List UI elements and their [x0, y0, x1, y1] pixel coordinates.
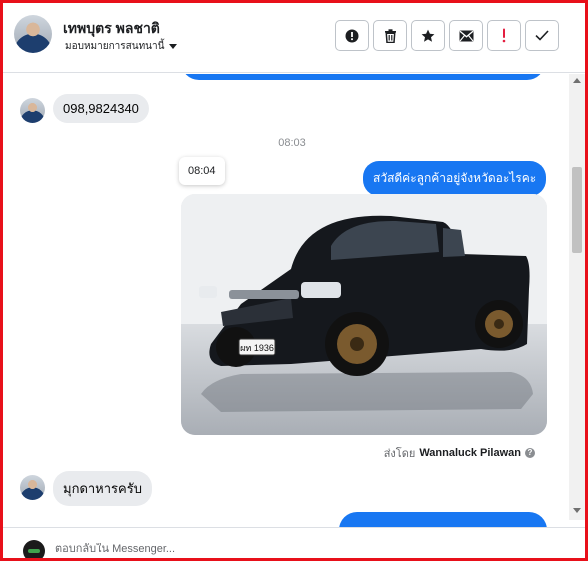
- reply-composer: [3, 527, 585, 558]
- license-plate: ผท 1936: [240, 343, 274, 353]
- spam-button[interactable]: [487, 20, 521, 51]
- time-divider: 08:03: [278, 137, 306, 149]
- timestamp-tooltip: 08:04: [179, 157, 225, 185]
- done-button[interactable]: [525, 20, 559, 51]
- contact-name[interactable]: เทพบุตร พลชาติ: [63, 18, 160, 40]
- sender-avatar: [20, 475, 45, 500]
- page-avatar: [23, 540, 45, 558]
- sent-by-prefix: ส่งโดย: [383, 448, 416, 460]
- sent-by-name[interactable]: Wannaluck Pilawan: [419, 447, 521, 459]
- incoming-message-phone[interactable]: 098,9824340: [53, 94, 149, 123]
- messenger-conversation-window: เทพบุตร พลชาติ มอบหมายการสนทนานี้ 098,98…: [0, 0, 588, 561]
- info-icon[interactable]: ?: [525, 448, 535, 458]
- star-icon: [421, 29, 435, 42]
- checkmark-icon: [535, 30, 549, 41]
- assign-conversation-dropdown[interactable]: มอบหมายการสนทนานี้: [65, 39, 178, 54]
- exclamation-icon: [502, 28, 506, 43]
- star-button[interactable]: [411, 20, 445, 51]
- assign-conversation-label: มอบหมายการสนทนานี้: [65, 41, 165, 52]
- mark-unread-button[interactable]: [449, 20, 483, 51]
- outgoing-message-bubble-partial[interactable]: [339, 512, 547, 527]
- caret-down-icon: [169, 44, 178, 49]
- pickup-truck-photo[interactable]: ผท 1936: [181, 194, 547, 435]
- scroll-down-arrow-icon[interactable]: [573, 508, 581, 513]
- reply-input[interactable]: [55, 543, 555, 555]
- incoming-message-reply[interactable]: มุกดาหารครับ: [53, 471, 152, 506]
- alert-circle-icon: [345, 29, 359, 42]
- sender-avatar: [20, 98, 45, 123]
- scroll-up-arrow-icon[interactable]: [573, 78, 581, 83]
- outgoing-message-question[interactable]: สวัสดีค่ะลูกค้าอยู่จังหวัดอะไรคะ: [363, 161, 547, 196]
- sent-by-label: ส่งโดย Wannaluck Pilawan ?: [384, 444, 535, 462]
- outgoing-message-bubble-partial[interactable]: [181, 74, 545, 80]
- conversation-actions: [335, 20, 559, 51]
- scrollbar-thumb[interactable]: [572, 167, 582, 253]
- follow-up-button[interactable]: [335, 20, 369, 51]
- delete-button[interactable]: [373, 20, 407, 51]
- trash-icon: [384, 28, 396, 43]
- message-scrollbar[interactable]: [569, 74, 585, 520]
- truck-illustration: ผท 1936: [181, 194, 547, 435]
- envelope-icon: [459, 30, 473, 41]
- conversation-header: เทพบุตร พลชาติ มอบหมายการสนทนานี้: [3, 3, 585, 73]
- contact-avatar[interactable]: [14, 15, 52, 53]
- message-thread[interactable]: 098,9824340 08:03 08:04 สวัสดีค่ะลูกค้าอ…: [3, 74, 571, 527]
